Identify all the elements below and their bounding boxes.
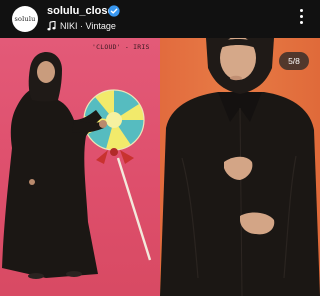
slide-counter-badge: 5/8	[279, 52, 309, 70]
photo-right	[160, 38, 320, 296]
music-note-icon	[47, 21, 56, 31]
model-with-lollipop-illustration	[2, 52, 152, 279]
audio-attribution[interactable]: NIKI · Vintage	[47, 20, 116, 32]
carousel-media[interactable]: 'CLOUD' - IRIS 5/8	[0, 38, 320, 296]
photo-caption: 'CLOUD' - IRIS	[92, 43, 150, 51]
avatar-logo-text: solulu	[14, 15, 36, 23]
avatar[interactable]: solulu	[12, 6, 38, 32]
username[interactable]: solulu_closet	[47, 5, 117, 17]
track-name: NIKI · Vintage	[60, 21, 116, 31]
post-header: solulu solulu_closet NIKI · Vintage	[0, 0, 320, 38]
photo-left: 'CLOUD' - IRIS	[0, 38, 160, 296]
verified-badge-icon	[108, 5, 120, 17]
more-options-icon[interactable]	[294, 9, 308, 31]
model-closeup-illustration	[160, 38, 320, 296]
